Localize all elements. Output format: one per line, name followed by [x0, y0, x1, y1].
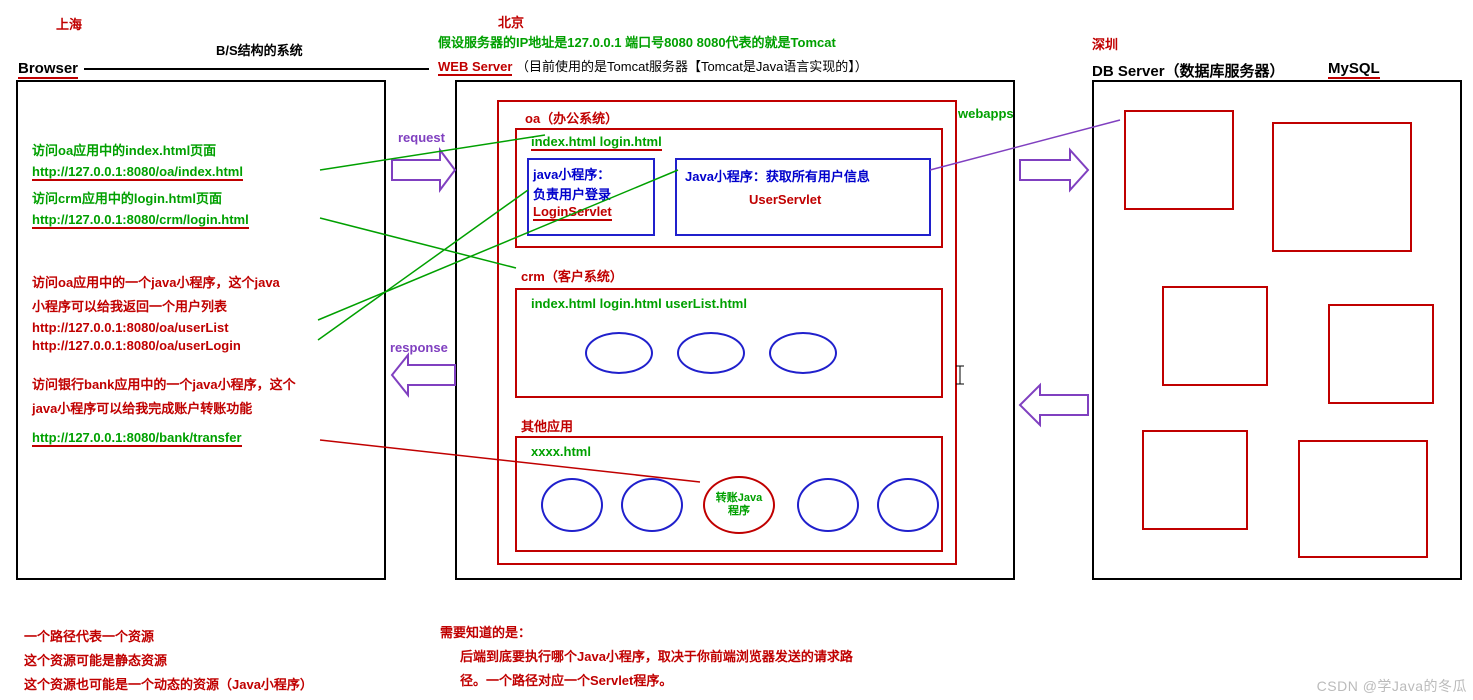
user-servlet-l1: Java小程序：获取所有用户信息: [685, 166, 870, 185]
db-rect-2: [1272, 122, 1412, 252]
crm-box: index.html login.html userList.html: [515, 288, 943, 398]
label-ip-assumption: 假设服务器的IP地址是127.0.0.1 端口号8080 8080代表的就是To…: [438, 32, 836, 51]
other-box: xxxx.html 转账Java 程序: [515, 436, 943, 552]
crm-ellipse-3: [769, 332, 837, 374]
browser-line-8: http://127.0.0.1:8080/oa/userLogin: [32, 338, 241, 353]
footer-note-2: 后端到底要执行哪个Java小程序，取决于你前端浏览器发送的请求路: [460, 646, 853, 665]
label-mysql: MySQL: [1328, 60, 1380, 79]
browser-line-1: 访问oa应用中的index.html页面: [32, 140, 216, 159]
other-ellipse-4: [797, 478, 859, 532]
oa-title: oa（办公系统）: [525, 108, 618, 127]
browser-line-5: 访问oa应用中的一个java小程序，这个java: [32, 272, 280, 291]
label-webapps: webapps: [958, 106, 1014, 121]
browser-box: 访问oa应用中的index.html页面 http://127.0.0.1:80…: [16, 80, 386, 580]
other-ellipse-1: [541, 478, 603, 532]
oa-box: index.html login.html java小程序： 负责用户登录 Lo…: [515, 128, 943, 248]
label-response: response: [390, 340, 448, 355]
login-servlet-l1: java小程序：: [533, 164, 610, 183]
label-web-server-name: WEB Server: [438, 59, 512, 76]
browser-line-11: http://127.0.0.1:8080/bank/transfer: [32, 430, 242, 447]
db-rect-3: [1162, 286, 1268, 386]
transfer-l1: 转账Java: [716, 492, 762, 504]
label-shanghai: 上海: [56, 14, 82, 33]
label-browser: Browser: [18, 60, 78, 79]
browser-line-9: 访问银行bank应用中的一个java小程序，这个: [32, 374, 296, 393]
footer-note-3: 径。一个路径对应一个Servlet程序。: [460, 670, 672, 689]
other-files: xxxx.html: [531, 444, 591, 459]
db-rect-6: [1298, 440, 1428, 558]
browser-line-3: 访问crm应用中的login.html页面: [32, 188, 222, 207]
crm-title: crm（客户系统）: [521, 266, 623, 285]
footer-2: 这个资源可能是静态资源: [24, 650, 167, 669]
label-shenzhen: 深圳: [1092, 34, 1118, 53]
label-web-server-note: （目前使用的是Tomcat服务器【Tomcat是Java语言实现的】）: [516, 59, 868, 74]
crm-ellipse-2: [677, 332, 745, 374]
web-server-box: oa（办公系统） index.html login.html java小程序： …: [455, 80, 1015, 580]
label-beijing: 北京: [498, 12, 524, 31]
other-ellipse-5: [877, 478, 939, 532]
label-db-server: DB Server（数据库服务器）: [1092, 60, 1285, 81]
crm-ellipse-1: [585, 332, 653, 374]
watermark: CSDN @学Java的冬瓜: [1317, 676, 1467, 696]
browser-line-4: http://127.0.0.1:8080/crm/login.html: [32, 212, 249, 229]
browser-line-10: java小程序可以给我完成账户转账功能: [32, 398, 252, 417]
transfer-ellipse: 转账Java 程序: [703, 476, 775, 534]
crm-files: index.html login.html userList.html: [531, 296, 747, 311]
db-server-box: [1092, 80, 1462, 580]
user-servlet-l2: UserServlet: [749, 192, 821, 207]
db-rect-5: [1142, 430, 1248, 530]
oa-files: index.html login.html: [531, 134, 662, 151]
footer-3: 这个资源也可能是一个动态的资源（Java小程序）: [24, 674, 313, 693]
login-servlet-l3: LoginServlet: [533, 204, 612, 221]
label-bs-system: B/S结构的系统: [216, 40, 303, 59]
login-servlet-l2: 负责用户登录: [533, 184, 611, 203]
login-servlet-box: java小程序： 负责用户登录 LoginServlet: [527, 158, 655, 236]
db-rect-4: [1328, 304, 1434, 404]
browser-line-7: http://127.0.0.1:8080/oa/userList: [32, 320, 229, 335]
footer-note-1: 需要知道的是：: [440, 622, 531, 641]
transfer-l2: 程序: [728, 505, 750, 517]
other-ellipse-2: [621, 478, 683, 532]
webapps-box: oa（办公系统） index.html login.html java小程序： …: [497, 100, 957, 565]
user-servlet-box: Java小程序：获取所有用户信息 UserServlet: [675, 158, 931, 236]
browser-line-2: http://127.0.0.1:8080/oa/index.html: [32, 164, 243, 181]
other-title: 其他应用: [521, 416, 573, 435]
db-rect-1: [1124, 110, 1234, 210]
browser-line-6: 小程序可以给我返回一个用户列表: [32, 296, 227, 315]
label-request: request: [398, 130, 445, 145]
footer-1: 一个路径代表一个资源: [24, 626, 154, 645]
label-web-server: WEB Server （目前使用的是Tomcat服务器【Tomcat是Java语…: [438, 56, 868, 76]
